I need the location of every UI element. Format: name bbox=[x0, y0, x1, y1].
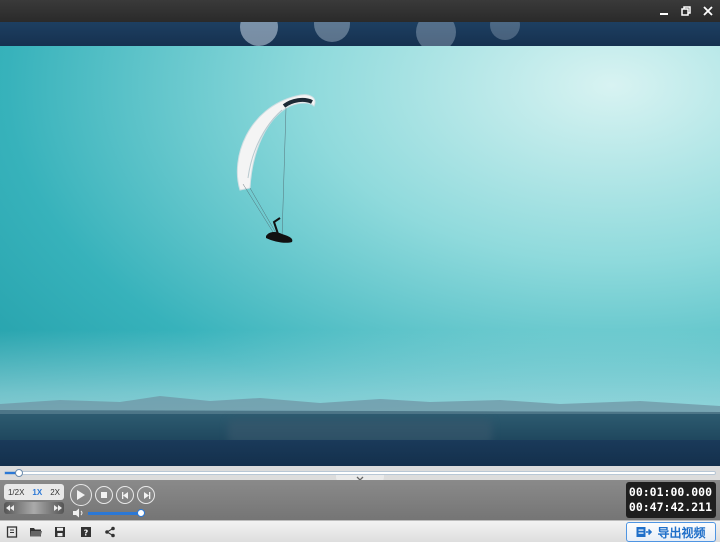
minimize-icon[interactable] bbox=[656, 3, 672, 19]
speed-selector[interactable]: 1/2X 1X 2X bbox=[4, 484, 64, 500]
close-icon[interactable] bbox=[700, 3, 716, 19]
next-frame-icon bbox=[143, 491, 150, 499]
video-preview[interactable] bbox=[0, 22, 720, 466]
export-video-label: 导出视频 bbox=[657, 525, 706, 540]
bottom-toolbar: ? 导出视频 bbox=[0, 520, 720, 542]
volume-slider[interactable] bbox=[88, 509, 146, 517]
speed-option-normal[interactable]: 1X bbox=[32, 488, 42, 497]
help-icon[interactable]: ? bbox=[78, 524, 94, 540]
share-icon[interactable] bbox=[102, 524, 118, 540]
volume-icon[interactable] bbox=[72, 508, 84, 518]
new-project-icon[interactable] bbox=[4, 524, 20, 540]
control-bar: 1/2X 1X 2X 00:01:00.000 00:47:42.211 bbox=[0, 480, 720, 520]
export-video-icon bbox=[636, 527, 653, 537]
bokeh-light bbox=[490, 22, 520, 40]
top-letterbox bbox=[0, 22, 720, 52]
volume-handle[interactable] bbox=[137, 509, 146, 517]
seek-handle[interactable] bbox=[15, 469, 24, 477]
bokeh-light bbox=[314, 22, 350, 42]
volume-level bbox=[88, 512, 142, 515]
speed-option-half[interactable]: 1/2X bbox=[8, 488, 24, 497]
fast-forward-icon[interactable] bbox=[54, 504, 62, 512]
open-folder-icon[interactable] bbox=[28, 524, 44, 540]
bokeh-light bbox=[240, 22, 278, 46]
bottom-letterbox bbox=[0, 440, 720, 466]
total-duration: 00:47:42.211 bbox=[628, 500, 712, 514]
stop-button[interactable] bbox=[95, 486, 113, 504]
speed-option-double[interactable]: 2X bbox=[50, 488, 60, 497]
title-bar bbox=[0, 0, 720, 22]
paraglider-image bbox=[236, 94, 316, 243]
stop-icon bbox=[101, 492, 107, 498]
export-video-button[interactable]: 导出视频 bbox=[626, 522, 716, 542]
svg-text:?: ? bbox=[84, 529, 89, 538]
play-button[interactable] bbox=[70, 484, 92, 506]
previous-frame-icon bbox=[121, 491, 128, 499]
restore-icon[interactable] bbox=[678, 3, 694, 19]
previous-frame-button[interactable] bbox=[116, 486, 134, 504]
time-display: 00:01:00.000 00:47:42.211 bbox=[626, 482, 716, 518]
play-icon bbox=[77, 490, 85, 500]
jog-shuttle[interactable] bbox=[4, 502, 64, 514]
save-icon[interactable] bbox=[52, 524, 68, 540]
rewind-icon[interactable] bbox=[6, 504, 14, 512]
next-frame-button[interactable] bbox=[137, 486, 155, 504]
current-time: 00:01:00.000 bbox=[628, 485, 712, 499]
